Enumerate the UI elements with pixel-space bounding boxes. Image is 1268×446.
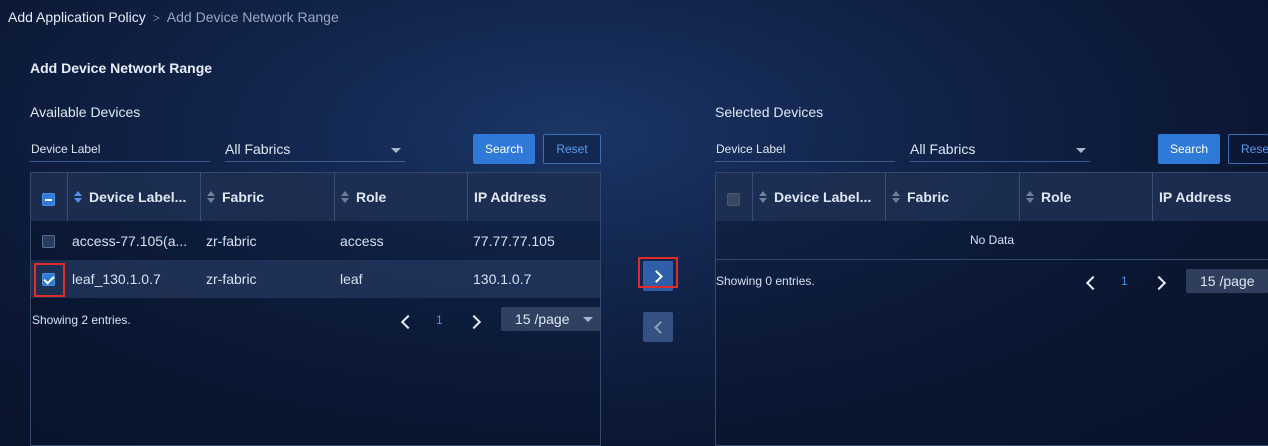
available-fabric-select-value: All Fabrics (225, 141, 291, 157)
selected-search-button[interactable]: Search (1158, 134, 1220, 164)
page-size-select[interactable]: 15 /page (1186, 269, 1268, 293)
move-left-button[interactable] (643, 312, 673, 342)
no-data-message: No Data (716, 221, 1268, 260)
highlight-box (638, 257, 678, 288)
column-role[interactable]: Role (340, 173, 460, 221)
selected-reset-button[interactable]: Rese (1228, 134, 1268, 164)
section-title: Add Device Network Range (30, 60, 213, 76)
cell-device-label: access-77.105(a... (72, 233, 188, 249)
table-row[interactable]: access-77.105(a... zr-fabric access 77.7… (31, 222, 600, 260)
breadcrumb: Add Application Policy > Add Device Networ… (8, 9, 339, 25)
selected-fabric-select[interactable]: All Fabrics (910, 134, 1090, 162)
cell-role: access (340, 233, 384, 249)
column-fabric[interactable]: Fabric (891, 173, 1011, 221)
table-row[interactable]: leaf_130.1.0.7 zr-fabric leaf 130.1.0.7 (31, 260, 600, 298)
available-device-label-input[interactable]: Device Label (30, 134, 210, 162)
table-header: Device Label... Fabric Role IP Address (716, 173, 1268, 221)
page-size-select[interactable]: 15 /page (501, 307, 600, 331)
column-fabric[interactable]: Fabric (206, 173, 326, 221)
sort-icon (891, 191, 901, 204)
sort-icon (1025, 191, 1035, 204)
breadcrumb-parent[interactable]: Add Application Policy (8, 9, 146, 25)
breadcrumb-separator: > (152, 11, 160, 25)
selected-fabric-select-value: All Fabrics (910, 141, 976, 157)
available-devices-table: Device Label... Fabric Role IP Address a… (30, 172, 601, 446)
available-reset-button[interactable]: Reset (543, 134, 601, 164)
sort-icon (73, 191, 83, 204)
cell-ip-address: 77.77.77.105 (473, 233, 555, 249)
page-number[interactable]: 1 (1121, 274, 1128, 288)
selected-device-label-input[interactable]: Device Label (715, 134, 895, 162)
cell-device-label: leaf_130.1.0.7 (72, 271, 161, 287)
select-all-checkbox[interactable] (42, 193, 55, 206)
column-ip-address[interactable]: IP Address (474, 173, 594, 221)
cell-role: leaf (340, 271, 363, 287)
prev-page-icon[interactable] (1085, 275, 1101, 291)
entries-count: Showing 2 entries. (32, 313, 131, 327)
column-role[interactable]: Role (1025, 173, 1145, 221)
selected-devices-title: Selected Devices (715, 104, 824, 120)
column-device-label[interactable]: Device Label... (73, 173, 197, 221)
cell-fabric: zr-fabric (206, 233, 257, 249)
sort-icon (206, 191, 216, 204)
sort-icon (758, 191, 768, 204)
available-search-button[interactable]: Search (473, 134, 535, 164)
cell-fabric: zr-fabric (206, 271, 257, 287)
breadcrumb-current: Add Device Network Range (166, 9, 339, 25)
caret-down-icon (391, 148, 401, 153)
row-checkbox[interactable] (42, 235, 55, 248)
available-devices-title: Available Devices (30, 104, 141, 120)
selected-devices-table: Device Label... Fabric Role IP Address N… (715, 172, 1268, 446)
cell-ip-address: 130.1.0.7 (473, 271, 532, 287)
column-ip-address[interactable]: IP Address (1159, 173, 1268, 221)
caret-down-icon (583, 317, 593, 322)
next-page-icon[interactable] (1151, 275, 1167, 291)
select-all-checkbox[interactable] (727, 193, 740, 206)
page-number[interactable]: 1 (436, 313, 443, 327)
sort-icon (340, 191, 350, 204)
available-fabric-select[interactable]: All Fabrics (225, 134, 405, 162)
next-page-icon[interactable] (466, 314, 482, 330)
entries-count: Showing 0 entries. (716, 274, 815, 288)
caret-down-icon (1076, 148, 1086, 153)
chevron-left-icon (654, 321, 667, 334)
highlight-box (34, 263, 65, 297)
table-header: Device Label... Fabric Role IP Address (31, 173, 600, 221)
prev-page-icon[interactable] (400, 314, 416, 330)
column-device-label[interactable]: Device Label... (758, 173, 882, 221)
